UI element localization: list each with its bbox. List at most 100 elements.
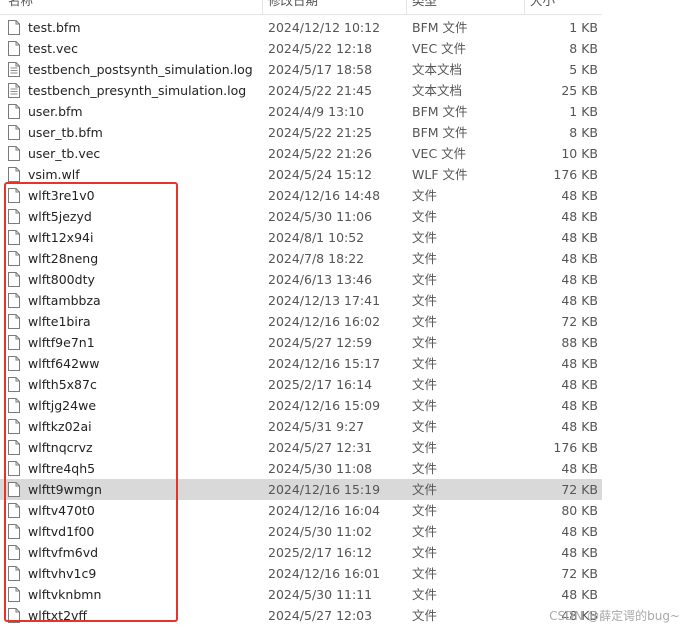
column-date-header[interactable]: 修改日期 [268,0,318,10]
file-date: 2024/5/22 12:18 [268,41,373,56]
file-type: 文件 [412,419,438,434]
column-type-header[interactable]: 类型 [412,0,437,10]
text-file-icon [8,83,20,98]
file-type: 文件 [412,587,438,602]
file-row[interactable]: wlftvd1f00 2024/5/30 11:02 文件 48 KB [0,521,602,542]
file-name: wlft28neng [28,251,99,266]
column-size-header[interactable]: 大小 [530,0,555,10]
file-size: 48 KB [561,524,598,539]
file-size: 48 KB [561,356,598,371]
file-date: 2024/5/27 12:59 [268,335,373,350]
file-date: 2024/7/8 18:22 [268,251,365,266]
file-row[interactable]: wlftt9wmgn 2024/12/16 15:19 文件 72 KB [0,479,602,500]
file-size: 48 KB [561,461,598,476]
file-name: wlftjg24we [28,398,97,413]
file-row[interactable]: wlft800dty 2024/6/13 13:46 文件 48 KB [0,269,602,290]
file-size: 8 KB [569,41,598,56]
file-icon [8,356,20,371]
column-divider[interactable] [524,0,525,14]
column-divider[interactable] [406,0,407,14]
file-row[interactable]: testbench_presynth_simulation.log 2024/5/… [0,80,602,101]
file-row[interactable]: wlftvknbmn 2024/5/30 11:11 文件 48 KB [0,584,602,605]
file-date: 2024/12/12 10:12 [268,20,381,35]
file-row[interactable]: wlftkz02ai 2024/5/31 9:27 文件 48 KB [0,416,602,437]
file-row[interactable]: user.bfm 2024/4/9 13:10 BFM 文件 1 KB [0,101,602,122]
file-row[interactable]: wlft12x94i 2024/8/1 10:52 文件 48 KB [0,227,602,248]
file-row[interactable]: wlft3re1v0 2024/12/16 14:48 文件 48 KB [0,185,602,206]
file-date: 2024/12/16 15:19 [268,482,381,497]
file-icon [8,524,20,539]
file-icon [8,461,20,476]
file-date: 2024/5/30 11:11 [268,587,373,602]
text-file-icon [8,62,20,77]
file-name: wlftvfm6vd [28,545,99,560]
file-date: 2024/12/16 15:17 [268,356,381,371]
file-row[interactable]: testbench_postsynth_simulation.log 2024/5… [0,59,602,80]
file-date: 2024/5/30 11:08 [268,461,373,476]
file-icon [8,125,20,140]
file-size: 72 KB [561,482,598,497]
file-row[interactable]: wlftnqcrvz 2024/5/27 12:31 文件 176 KB [0,437,602,458]
file-row[interactable]: user_tb.vec 2024/5/22 21:26 VEC 文件 10 KB [0,143,602,164]
file-date: 2025/2/17 16:14 [268,377,373,392]
file-name: wlftf642ww [28,356,100,371]
file-row[interactable]: test.vec 2024/5/22 12:18 VEC 文件 8 KB [0,38,602,59]
file-row[interactable]: vsim.wlf 2024/5/24 15:12 WLF 文件 176 KB [0,164,602,185]
file-type: 文件 [412,272,438,287]
file-date: 2024/5/27 12:03 [268,608,373,623]
file-row[interactable]: wlftre4qh5 2024/5/30 11:08 文件 48 KB [0,458,602,479]
file-icon [8,335,20,350]
file-row[interactable]: wlftvfm6vd 2025/2/17 16:12 文件 48 KB [0,542,602,563]
file-type: 文件 [412,608,438,623]
watermark: CSDN @薛定谔的bug~ [549,609,680,623]
file-type: WLF 文件 [412,167,468,182]
file-type: 文件 [412,314,438,329]
file-row[interactable]: wlft5jezyd 2024/5/30 11:06 文件 48 KB [0,206,602,227]
file-date: 2024/5/24 15:12 [268,167,373,182]
file-icon [8,440,20,455]
file-type: 文件 [412,251,438,266]
file-row[interactable]: wlftvhv1c9 2024/12/16 16:01 文件 72 KB [0,563,602,584]
file-icon [8,272,20,287]
file-size: 1 KB [569,20,598,35]
file-name: wlftf9e7n1 [28,335,95,350]
file-row[interactable]: wlft28neng 2024/7/8 18:22 文件 48 KB [0,248,602,269]
file-size: 176 KB [553,440,598,455]
file-row[interactable]: wlftv470t0 2024/12/16 16:04 文件 80 KB [0,500,602,521]
file-name: wlftvd1f00 [28,524,95,539]
file-row[interactable]: test.bfm 2024/12/12 10:12 BFM 文件 1 KB [0,17,602,38]
file-row[interactable]: wlfte1bira 2024/12/16 16:02 文件 72 KB [0,311,602,332]
file-size: 48 KB [561,398,598,413]
file-date: 2024/5/30 11:02 [268,524,373,539]
file-date: 2024/8/1 10:52 [268,230,365,245]
file-name: vsim.wlf [28,167,80,182]
column-divider[interactable] [262,0,263,14]
file-icon [8,293,20,308]
file-date: 2024/5/22 21:45 [268,83,373,98]
file-icon [8,608,20,623]
file-icon [8,251,20,266]
file-icon [8,104,20,119]
file-size: 72 KB [561,566,598,581]
file-name: wlftvknbmn [28,587,102,602]
file-icon [8,566,20,581]
file-row[interactable]: wlftjg24we 2024/12/16 15:09 文件 48 KB [0,395,602,416]
file-date: 2024/6/13 13:46 [268,272,373,287]
file-row[interactable]: wlftambbza 2024/12/13 17:41 文件 48 KB [0,290,602,311]
file-size: 48 KB [561,230,598,245]
file-size: 80 KB [561,503,598,518]
file-icon [8,230,20,245]
file-name: test.vec [28,41,78,56]
file-row[interactable]: wlftf9e7n1 2024/5/27 12:59 文件 88 KB [0,332,602,353]
file-row[interactable]: wlftxt2vff 2024/5/27 12:03 文件 48 KB [0,605,602,626]
file-type: 文件 [412,524,438,539]
file-size: 48 KB [561,419,598,434]
column-name-header[interactable]: 名称 [8,0,33,10]
file-size: 48 KB [561,587,598,602]
file-row[interactable]: wlfth5x87c 2025/2/17 16:14 文件 48 KB [0,374,602,395]
file-date: 2024/5/31 9:27 [268,419,365,434]
column-header: 名称 修改日期 类型 大小 [0,0,602,15]
file-icon [8,503,20,518]
file-row[interactable]: user_tb.bfm 2024/5/22 21:25 BFM 文件 8 KB [0,122,602,143]
file-row[interactable]: wlftf642ww 2024/12/16 15:17 文件 48 KB [0,353,602,374]
